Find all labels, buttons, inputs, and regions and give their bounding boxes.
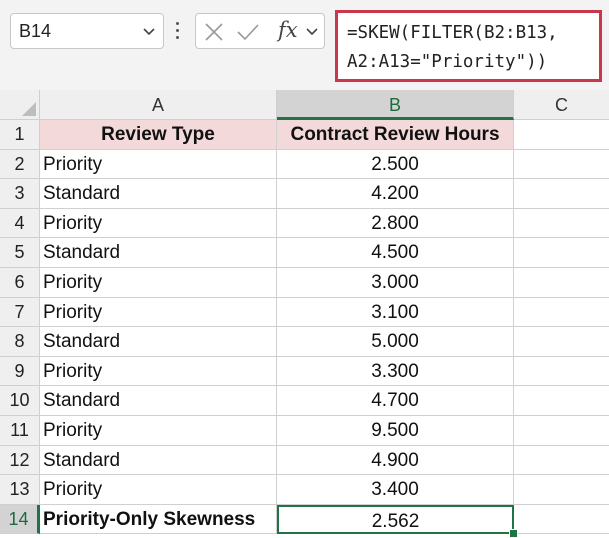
cell-review-type[interactable]: Priority — [40, 475, 277, 505]
cell-empty[interactable] — [514, 357, 609, 387]
formula-controls: fx — [195, 13, 325, 49]
row-header[interactable]: 5 — [0, 238, 40, 268]
formula-line-1: =SKEW(FILTER(B2:B13, — [347, 23, 558, 43]
fill-handle[interactable] — [509, 529, 518, 538]
row-header[interactable]: 1 — [0, 120, 40, 150]
cell-review-type[interactable]: Standard — [40, 238, 277, 268]
cell-contract-hours[interactable]: 3.300 — [277, 356, 514, 387]
cell-contract-hours[interactable]: 3.400 — [277, 475, 514, 505]
cell-empty[interactable] — [514, 268, 609, 298]
cell-empty[interactable] — [514, 120, 609, 150]
cell-empty[interactable] — [514, 386, 609, 416]
cell-contract-hours[interactable]: 3.000 — [277, 268, 514, 298]
more-options-icon[interactable] — [176, 22, 180, 42]
cell-review-type[interactable]: Priority — [40, 416, 277, 446]
header-cell-review-type[interactable]: Review Type — [40, 120, 277, 150]
formula-line-2: A2:A13="Priority")) — [347, 52, 548, 72]
cell-contract-hours[interactable]: 2.500 — [277, 149, 514, 180]
cell-empty[interactable] — [514, 475, 609, 505]
column-header-c[interactable]: C — [514, 90, 609, 120]
cell-review-type[interactable]: Priority — [40, 356, 277, 387]
cell-empty[interactable] — [514, 416, 609, 446]
enter-check-icon[interactable] — [236, 22, 260, 42]
row-header[interactable]: 7 — [0, 297, 40, 328]
cell-empty[interactable] — [514, 327, 609, 357]
cell-empty[interactable] — [514, 298, 609, 328]
select-all-corner[interactable] — [0, 90, 40, 120]
row-header[interactable]: 12 — [0, 445, 40, 476]
row-header[interactable]: 6 — [0, 268, 40, 298]
cell-contract-hours[interactable]: 5.000 — [277, 327, 514, 357]
cell-contract-hours[interactable]: 4.900 — [277, 445, 514, 476]
cell-review-type[interactable]: Standard — [40, 445, 277, 476]
cell-empty[interactable] — [514, 150, 609, 180]
cell-review-type[interactable]: Priority — [40, 297, 277, 328]
row-header[interactable]: 8 — [0, 327, 40, 357]
cell-contract-hours[interactable]: 3.100 — [277, 297, 514, 328]
cell-empty[interactable] — [514, 446, 609, 476]
row-header[interactable]: 13 — [0, 475, 40, 505]
cell-contract-hours[interactable]: 9.500 — [277, 416, 514, 446]
cell-review-type[interactable]: Standard — [40, 327, 277, 357]
row-header[interactable]: 3 — [0, 179, 40, 209]
column-header-b[interactable]: B — [277, 90, 514, 120]
cancel-icon[interactable] — [204, 22, 224, 42]
cell-review-type[interactable]: Priority-Only Skewness — [40, 504, 277, 535]
row-header[interactable]: 10 — [0, 386, 40, 416]
cell-empty[interactable] — [514, 179, 609, 209]
cell-contract-hours[interactable]: 2.800 — [277, 208, 514, 239]
chevron-down-icon[interactable] — [143, 26, 155, 38]
cell-review-type[interactable]: Standard — [40, 179, 277, 209]
cell-review-type[interactable]: Standard — [40, 386, 277, 416]
cell-review-type[interactable]: Priority — [40, 208, 277, 239]
column-header-a[interactable]: A — [40, 90, 277, 120]
cell-empty[interactable] — [514, 505, 609, 535]
cell-contract-hours[interactable]: 4.500 — [277, 238, 514, 268]
formula-bar-area: B14 fx =SKEW(FILTER(B2:B13, A2:A13="Prio… — [0, 0, 609, 90]
cell-contract-hours[interactable]: 4.700 — [277, 386, 514, 416]
chevron-down-icon[interactable] — [306, 26, 318, 38]
insert-function-icon[interactable]: fx — [278, 18, 298, 42]
cell-empty[interactable] — [514, 238, 609, 268]
row-header[interactable]: 9 — [0, 356, 40, 387]
name-box-value: B14 — [19, 21, 52, 41]
active-cell-skewness[interactable]: 2.562 — [277, 504, 514, 535]
cell-empty[interactable] — [514, 209, 609, 239]
cell-review-type[interactable]: Priority — [40, 268, 277, 298]
row-header[interactable]: 4 — [0, 208, 40, 239]
cell-review-type[interactable]: Priority — [40, 149, 277, 180]
cell-contract-hours[interactable]: 4.200 — [277, 179, 514, 209]
row-header[interactable]: 11 — [0, 416, 40, 446]
name-box[interactable]: B14 — [10, 13, 164, 49]
header-cell-contract-hours[interactable]: Contract Review Hours — [277, 120, 514, 150]
row-header[interactable]: 2 — [0, 149, 40, 180]
row-header[interactable]: 14 — [0, 504, 40, 535]
formula-input[interactable]: =SKEW(FILTER(B2:B13, A2:A13="Priority")) — [335, 10, 602, 82]
